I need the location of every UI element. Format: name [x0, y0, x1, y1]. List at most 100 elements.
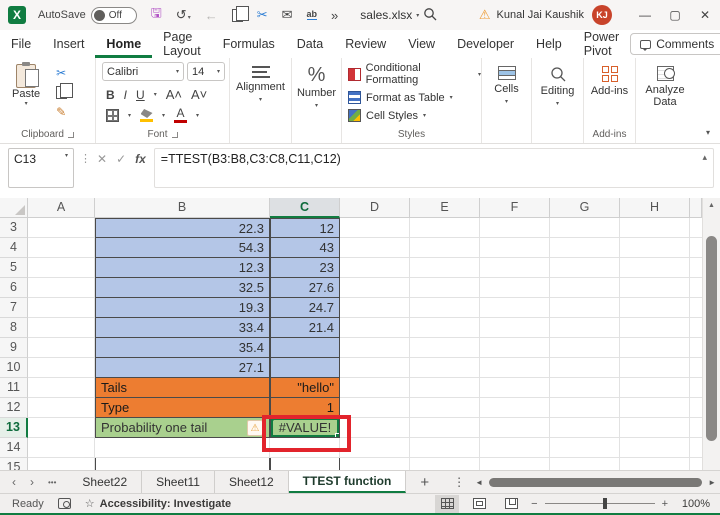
cell-b8[interactable]: 33.4	[95, 318, 270, 338]
fill-dropdown-icon[interactable]: ▾	[162, 112, 165, 119]
autosave-control[interactable]: AutoSave Off	[38, 6, 137, 24]
tab-data[interactable]: Data	[286, 30, 334, 58]
analyze-data-button[interactable]: Analyze Data	[636, 58, 694, 143]
page-break-view-button[interactable]	[499, 495, 523, 513]
cell-c15[interactable]	[270, 458, 340, 470]
cell-b14[interactable]	[95, 438, 270, 458]
undo-icon[interactable]: ↺▾	[176, 7, 191, 23]
select-all-corner[interactable]	[0, 198, 28, 218]
fill-color-button[interactable]	[140, 109, 154, 122]
cell-c4[interactable]: 43	[270, 238, 340, 258]
tab-insert[interactable]: Insert	[42, 30, 95, 58]
name-box[interactable]: C13 ▾	[8, 148, 74, 188]
cell-a5[interactable]	[28, 258, 95, 278]
cut-icon[interactable]: ✂	[257, 7, 268, 23]
cut-button[interactable]: ✂	[56, 66, 67, 80]
col-header-e[interactable]: E	[410, 198, 480, 218]
col-header-f[interactable]: F	[480, 198, 550, 218]
cell-a10[interactable]	[28, 358, 95, 378]
search-icon[interactable]	[423, 7, 437, 24]
alignment-group[interactable]: Alignment ▾	[230, 58, 292, 143]
cell-b4[interactable]: 54.3	[95, 238, 270, 258]
row-header[interactable]: 11	[0, 378, 28, 398]
sheet-list-icon[interactable]: •••	[48, 478, 56, 487]
cell-b15[interactable]	[95, 458, 270, 470]
tab-power-pivot[interactable]: Power Pivot	[573, 30, 630, 58]
font-size-select[interactable]: 14 ▾	[187, 62, 225, 81]
scroll-right-icon[interactable]: ►	[708, 478, 716, 487]
sheet-tab-sheet22[interactable]: Sheet22	[68, 471, 143, 493]
row-header[interactable]: 9	[0, 338, 28, 358]
cell-c10[interactable]	[270, 358, 340, 378]
minimize-button[interactable]: —	[630, 0, 660, 30]
zoom-out-icon[interactable]: −	[531, 498, 537, 510]
cancel-formula-icon[interactable]: ✕	[97, 152, 107, 166]
horizontal-scroll-thumb[interactable]	[489, 477, 703, 487]
tab-review[interactable]: Review	[334, 30, 397, 58]
insert-function-icon[interactable]: fx	[135, 152, 146, 166]
formula-bar-collapse-icon[interactable]: ▴	[702, 152, 707, 184]
cell-c5[interactable]: 23	[270, 258, 340, 278]
macro-record-icon[interactable]	[57, 498, 71, 509]
tab-view[interactable]: View	[397, 30, 446, 58]
row-header[interactable]: 12	[0, 398, 28, 418]
cell-a13[interactable]	[28, 418, 95, 438]
close-button[interactable]: ✕	[690, 0, 720, 30]
font-name-select[interactable]: Calibri ▾	[102, 62, 184, 81]
toolbar-overflow-icon[interactable]: »	[331, 8, 338, 23]
grow-font-button[interactable]: A˄	[166, 87, 182, 102]
vertical-scrollbar[interactable]: ▲	[702, 198, 720, 470]
cell-c8[interactable]: 21.4	[270, 318, 340, 338]
col-header-h[interactable]: H	[620, 198, 690, 218]
row-header[interactable]: 5	[0, 258, 28, 278]
cell-c3[interactable]: 12	[270, 218, 340, 238]
font-color-button[interactable]: A	[174, 107, 188, 123]
col-header-d[interactable]: D	[340, 198, 410, 218]
zoom-level[interactable]: 100%	[676, 498, 710, 510]
spelling-icon[interactable]: ab	[306, 10, 318, 20]
row-header[interactable]: 7	[0, 298, 28, 318]
row-header[interactable]: 13	[0, 418, 28, 438]
cell-a12[interactable]	[28, 398, 95, 418]
avatar[interactable]: KJ	[592, 5, 612, 25]
cell-styles-button[interactable]: Cell Styles ▾	[348, 109, 481, 122]
cell-b9[interactable]: 35.4	[95, 338, 270, 358]
row-header[interactable]: 4	[0, 238, 28, 258]
normal-view-button[interactable]	[435, 494, 460, 513]
cell-b12[interactable]: Type	[95, 398, 270, 418]
copy-button[interactable]	[56, 83, 74, 99]
italic-button[interactable]: I	[124, 88, 127, 102]
col-header-g[interactable]: G	[550, 198, 620, 218]
page-layout-view-button[interactable]	[467, 495, 491, 513]
ribbon-collapse-icon[interactable]: ▾	[706, 128, 710, 137]
font-dialog-launcher-icon[interactable]	[171, 131, 178, 138]
cell-c7[interactable]: 24.7	[270, 298, 340, 318]
sheet-tab-sheet12[interactable]: Sheet12	[215, 471, 289, 493]
excel-logo-icon[interactable]: X	[8, 6, 26, 24]
row-header[interactable]: 3	[0, 218, 28, 238]
row-header[interactable]: 6	[0, 278, 28, 298]
new-sheet-icon[interactable]: +	[406, 471, 443, 493]
cell-b13[interactable]: Probability one tail ⚠	[95, 418, 270, 438]
vertical-scroll-thumb[interactable]	[706, 236, 717, 441]
tab-home[interactable]: Home	[95, 30, 153, 58]
cell-b6[interactable]: 32.5	[95, 278, 270, 298]
row-header[interactable]: 10	[0, 358, 28, 378]
maximize-button[interactable]: ▢	[660, 0, 690, 30]
scroll-up-icon[interactable]: ▲	[703, 198, 720, 214]
cell-a11[interactable]	[28, 378, 95, 398]
account-warning-icon[interactable]: ⚠	[479, 7, 491, 23]
font-color-dropdown-icon[interactable]: ▾	[196, 112, 199, 119]
horizontal-scrollbar[interactable]: ◄ ►	[475, 471, 716, 493]
cell-a14[interactable]	[28, 438, 95, 458]
tab-formulas[interactable]: Formulas	[212, 30, 286, 58]
cell-c12[interactable]: 1	[270, 398, 340, 418]
zoom-slider[interactable]	[544, 498, 655, 509]
cell-b11[interactable]: Tails	[95, 378, 270, 398]
underline-dropdown-icon[interactable]: ▾	[154, 91, 157, 98]
number-group[interactable]: % Number ▾	[292, 58, 342, 143]
col-header-a[interactable]: A	[28, 198, 95, 218]
row-header[interactable]: 14	[0, 438, 28, 458]
cell-a4[interactable]	[28, 238, 95, 258]
col-header-c[interactable]: C	[270, 198, 340, 218]
